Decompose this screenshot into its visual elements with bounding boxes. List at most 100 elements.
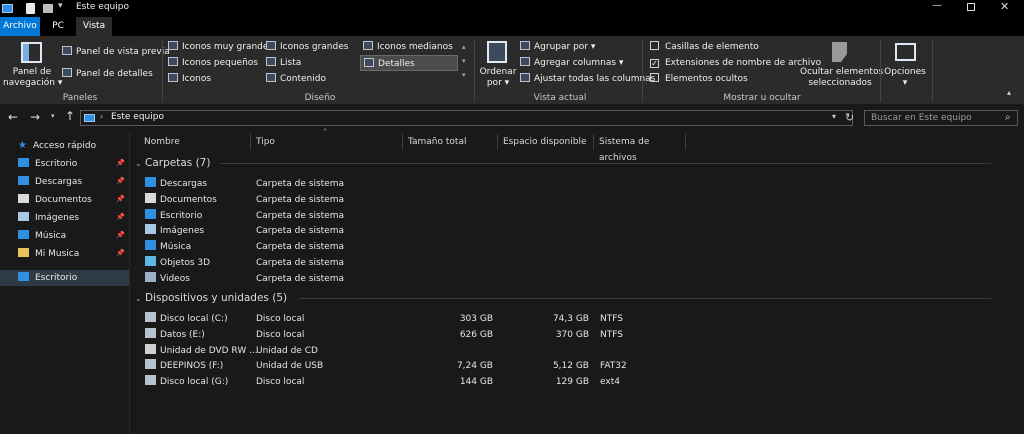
list-item[interactable]: Documentos Carpeta de sistema: [142, 192, 702, 208]
pc-icon: [2, 4, 13, 13]
preview-pane-button[interactable]: Panel de vista previa: [62, 45, 170, 59]
sidebar-item-2[interactable]: Descargas: [18, 174, 82, 190]
list-item[interactable]: Objetos 3D Carpeta de sistema: [142, 255, 702, 271]
drive-type: Disco local: [256, 314, 305, 324]
table-row[interactable]: Datos (E:) Disco local 626 GB 370 GB NTFS: [142, 327, 702, 343]
sort-by-icon: [487, 41, 507, 63]
group-divider: [221, 163, 991, 164]
collapse-ribbon-icon[interactable]: ▴: [1007, 88, 1011, 97]
address-dropdown-icon[interactable]: ▾: [832, 112, 836, 121]
column-header-tipo[interactable]: Tipo: [251, 134, 403, 150]
close-icon[interactable]: ✕: [1000, 0, 1009, 13]
group-header-carpetas[interactable]: ⌄ Carpetas (7): [135, 155, 991, 172]
chevron-down-icon[interactable]: ⌄: [135, 156, 145, 172]
minimize-icon[interactable]: —: [932, 0, 942, 11]
drive-filesystem: NTFS: [600, 314, 623, 324]
file-name-cell: Música: [145, 239, 191, 255]
drive-type: Unidad de USB: [256, 361, 324, 372]
list-item[interactable]: Imágenes Carpeta de sistema: [142, 223, 702, 239]
layout-medium-icons[interactable]: Iconos medianos: [363, 40, 453, 54]
back-icon[interactable]: ←: [8, 110, 18, 124]
column-header-sistema-archivos[interactable]: Sistema de archivos: [594, 134, 686, 163]
add-columns-icon: [520, 57, 530, 66]
sidebar-item-3[interactable]: Documentos: [18, 192, 92, 208]
downloads-icon: [18, 176, 29, 185]
breadcrumb-chevron-icon[interactable]: ›: [100, 112, 103, 121]
layout-scroll-arrows[interactable]: ▴ ▾ ▾: [462, 40, 466, 82]
checkbox-icon[interactable]: [650, 73, 659, 82]
tab-vista[interactable]: Vista: [76, 17, 112, 36]
list-item[interactable]: Música Carpeta de sistema: [142, 239, 702, 255]
address-field[interactable]: › Este equipo ▾: [80, 110, 853, 126]
layout-icons[interactable]: Iconos: [168, 72, 211, 86]
table-row[interactable]: Disco local (G:) Disco local 144 GB 129 GB e…: [142, 374, 702, 390]
pin-icon[interactable]: 📌: [116, 213, 125, 221]
recent-locations-icon[interactable]: ▾: [51, 112, 55, 120]
table-row[interactable]: DEEPINOS (F:) Unidad de USB 7,24 GB 5,12 GB…: [142, 358, 702, 374]
options-button[interactable]: Opciones ▾: [884, 67, 926, 89]
pin-icon[interactable]: 📌: [116, 231, 125, 239]
maximize-icon[interactable]: [967, 3, 975, 11]
tab-pc[interactable]: PC: [42, 17, 74, 36]
sidebar-item-label: Música: [35, 231, 67, 241]
table-row[interactable]: Unidad de DVD RW ... Unidad de CD: [142, 343, 702, 359]
navigation-pane-button[interactable]: Panel de navegación ▾: [3, 67, 62, 89]
file-name-cell: Imágenes: [145, 223, 204, 239]
pin-icon[interactable]: 📌: [116, 159, 125, 167]
layout-list[interactable]: Lista: [266, 56, 301, 70]
sidebar-item-4[interactable]: Imágenes: [18, 210, 79, 226]
refresh-icon[interactable]: ↻: [845, 111, 854, 124]
hide-selected-button[interactable]: Ocultar elementos seleccionados: [800, 67, 883, 89]
file-extensions-toggle[interactable]: ✓ Extensiones de nombre de archivo: [650, 56, 821, 70]
checkbox-checked-icon[interactable]: ✓: [650, 59, 659, 68]
layout-content[interactable]: Contenido: [266, 72, 326, 86]
forward-icon[interactable]: →: [30, 110, 40, 124]
column-header-nombre[interactable]: Nombre: [139, 134, 251, 150]
column-header-espacio-disponible[interactable]: Espacio disponible: [498, 134, 594, 150]
details-pane-button[interactable]: Panel de detalles: [62, 67, 153, 81]
item-checkboxes-toggle[interactable]: Casillas de elemento: [650, 40, 759, 54]
hidden-items-toggle[interactable]: Elementos ocultos: [650, 72, 748, 86]
customize-icon[interactable]: ▾: [58, 1, 63, 11]
list-item[interactable]: Videos Carpeta de sistema: [142, 271, 702, 287]
search-input[interactable]: Buscar en Este equipo ⌕: [864, 110, 1018, 126]
sort-by-button[interactable]: Ordenar por ▾: [478, 67, 518, 89]
tab-archivo[interactable]: Archivo: [0, 17, 40, 36]
drive-icon: [145, 327, 156, 338]
fit-columns-button[interactable]: Ajustar todas las columnas: [520, 72, 655, 86]
table-row[interactable]: Disco local (C:) Disco local 303 GB 74,3 GB…: [142, 311, 702, 327]
quick-access-item[interactable]: ★ Acceso rápido: [18, 138, 96, 154]
pin-icon[interactable]: 📌: [116, 177, 125, 185]
chevron-down-icon[interactable]: ⌄: [135, 291, 145, 307]
file-type: Carpeta de sistema: [256, 226, 344, 237]
group-by-button[interactable]: Agrupar por ▾: [520, 40, 595, 54]
layout-large-icons[interactable]: Iconos grandes: [266, 40, 348, 54]
group-header-dispositivos[interactable]: ⌄ Dispositivos y unidades (5): [135, 290, 991, 307]
drive-total-size: 7,24 GB: [456, 361, 493, 372]
pin-icon[interactable]: 📌: [116, 249, 125, 257]
up-icon[interactable]: ↑: [65, 109, 75, 123]
search-icon[interactable]: ⌕: [1005, 111, 1011, 125]
properties-icon[interactable]: [26, 3, 35, 14]
layout-small-icons[interactable]: Iconos pequeños: [168, 56, 258, 70]
dvd-icon: [145, 343, 156, 354]
layout-extra-large-icons[interactable]: Iconos muy grandes: [168, 40, 273, 54]
group-by-icon: [520, 41, 530, 50]
layout-details[interactable]: Detalles: [360, 55, 458, 71]
add-columns-button[interactable]: Agregar columnas ▾: [520, 56, 623, 70]
pin-icon[interactable]: 📌: [116, 195, 125, 203]
new-folder-icon[interactable]: [43, 4, 53, 13]
drive-total-size: 626 GB: [459, 329, 493, 340]
sidebar-item-1[interactable]: Escritorio: [18, 156, 77, 172]
nav-item-escritorio-selected[interactable]: Escritorio: [18, 270, 77, 286]
list-item[interactable]: Descargas Carpeta de sistema: [142, 176, 702, 192]
breadcrumb[interactable]: Este equipo: [111, 112, 164, 122]
sidebar-item-label: Mi Musica: [35, 249, 80, 259]
sidebar-item-5[interactable]: Música: [18, 228, 66, 244]
checkbox-icon[interactable]: [650, 41, 659, 50]
list-item[interactable]: Escritorio Carpeta de sistema: [142, 208, 702, 224]
file-name: Escritorio: [160, 210, 203, 221]
file-name: Documentos: [160, 194, 217, 205]
column-header-tamano-total[interactable]: Tamaño total: [403, 134, 498, 150]
sidebar-item-6[interactable]: Mi Musica: [18, 246, 79, 262]
